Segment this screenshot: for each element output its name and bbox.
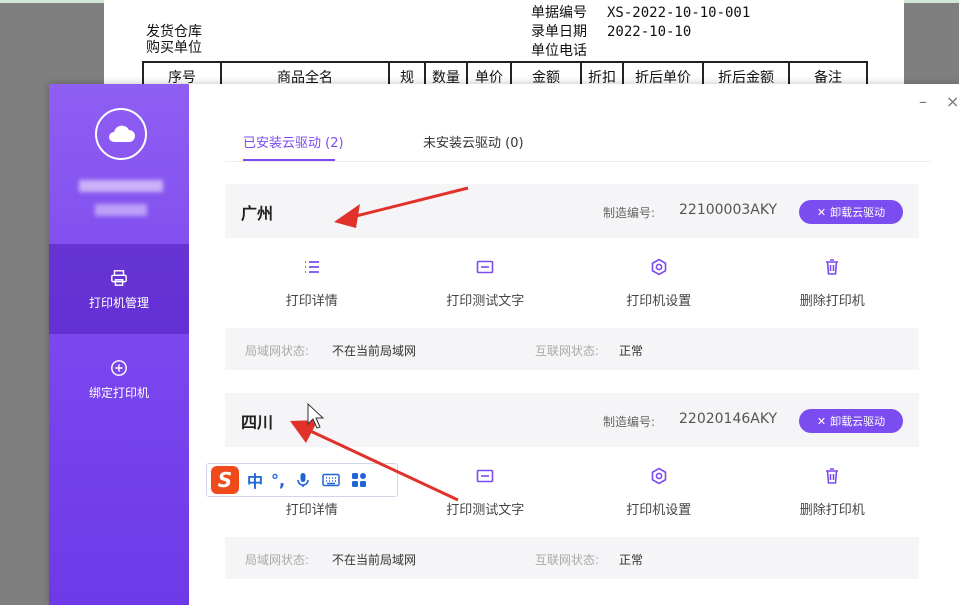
date-label: 录单日期	[531, 24, 587, 40]
lan-status-label: 局域网状态:	[245, 344, 310, 358]
uninstall-label: 卸载云驱动	[830, 206, 886, 219]
serial-label: 制造编号:	[603, 206, 656, 220]
printer-settings-button[interactable]: 打印机设置	[572, 238, 746, 328]
print-test-text-button[interactable]: 打印测试文字	[399, 447, 573, 537]
doc-no-value: XS-2022-10-10-001	[607, 5, 751, 21]
internet-status-label: 互联网状态:	[535, 553, 600, 567]
doc-left-labels: 发货仓库 购买单位	[146, 24, 202, 56]
printer-name: 广州	[241, 204, 274, 223]
trash-icon	[826, 258, 839, 275]
printer-actions: 打印详情 打印测试文字 打印机设置 删除打印机	[225, 238, 919, 328]
printer-settings-button[interactable]: 打印机设置	[572, 447, 746, 537]
cloud-logo-icon	[95, 108, 147, 160]
doc-no-label: 单据编号	[531, 5, 587, 21]
close-icon: ✕	[816, 414, 827, 428]
printer-card-header: 四川 制造编号: 22020146AKY ✕ 卸载云驱动	[225, 393, 919, 447]
uninstall-label: 卸载云驱动	[830, 415, 886, 428]
tab-not-installed[interactable]: 未安装云驱动 (0)	[423, 132, 524, 151]
serial-label: 制造编号:	[603, 415, 656, 429]
action-label: 删除打印机	[799, 502, 865, 518]
gear-icon	[651, 258, 667, 275]
close-icon: ✕	[816, 205, 827, 219]
trash-icon	[826, 467, 839, 484]
warehouse-label: 发货仓库	[146, 24, 202, 40]
print-test-text-button[interactable]: 打印测试文字	[399, 238, 573, 328]
lan-status-value: 不在当前局域网	[332, 553, 417, 567]
action-label: 打印测试文字	[446, 502, 525, 518]
cloud-printer-dialog: 打印机管理 绑定打印机 – × 已安装云驱动 (2) 未安装云驱动 (0) 广州…	[49, 84, 959, 605]
delete-printer-button[interactable]: 删除打印机	[746, 238, 920, 328]
action-label: 打印机设置	[626, 293, 692, 309]
date-value: 2022-10-10	[607, 24, 692, 40]
action-label: 打印详情	[285, 293, 338, 309]
toolbox-grid-icon[interactable]	[349, 470, 369, 490]
lan-status-label: 局域网状态:	[245, 553, 310, 567]
ime-punctuation-toggle[interactable]: °,	[271, 471, 285, 490]
internet-status-value: 正常	[619, 553, 644, 567]
buyer-label: 购买单位	[146, 40, 202, 56]
internet-status-label: 互联网状态:	[535, 344, 600, 358]
printer-status-row: 局域网状态: 不在当前局域网 互联网状态: 正常	[225, 328, 919, 370]
ime-mode-toggle[interactable]: 中	[247, 468, 263, 492]
printer-name: 四川	[241, 413, 274, 432]
action-label: 删除打印机	[799, 293, 865, 309]
lan-status-value: 不在当前局域网	[332, 344, 417, 358]
close-button[interactable]: ×	[946, 92, 959, 111]
action-label: 打印测试文字	[446, 293, 525, 309]
driver-tabs: 已安装云驱动 (2) 未安装云驱动 (0)	[225, 124, 931, 162]
test-print-icon	[476, 260, 494, 273]
list-icon	[304, 260, 319, 273]
uninstall-driver-button[interactable]: ✕ 卸载云驱动	[799, 200, 903, 224]
doc-right-info: 单据编号 XS-2022-10-10-001 录单日期 2022-10-10 单位电…	[531, 4, 750, 61]
tab-installed[interactable]: 已安装云驱动 (2)	[243, 132, 344, 151]
ime-logo-icon[interactable]: S	[211, 466, 239, 494]
serial-number: 22020146AKY	[679, 411, 778, 427]
printer-card-header: 广州 制造编号: 22100003AKY ✕ 卸载云驱动	[225, 184, 919, 238]
microphone-icon[interactable]	[293, 470, 313, 490]
active-tab-indicator	[243, 159, 335, 161]
internet-status-value: 正常	[619, 344, 644, 358]
printer-status-row: 局域网状态: 不在当前局域网 互联网状态: 正常	[225, 537, 919, 579]
uninstall-driver-button[interactable]: ✕ 卸载云驱动	[799, 409, 903, 433]
delete-printer-button[interactable]: 删除打印机	[746, 447, 920, 537]
sidebar-item-label: 绑定打印机	[88, 385, 149, 400]
blurred-account-name	[79, 180, 163, 192]
serial-number: 22100003AKY	[679, 202, 778, 218]
print-details-button[interactable]: 打印详情	[225, 238, 399, 328]
action-label: 打印详情	[285, 502, 338, 518]
ime-toolbar[interactable]: S 中 °,	[206, 463, 398, 497]
sidebar-item-label: 打印机管理	[88, 295, 149, 310]
sidebar-item-bind-printer[interactable]: 绑定打印机	[49, 334, 189, 424]
gear-icon	[651, 467, 667, 484]
blurred-account-id	[95, 204, 147, 216]
printer-card: 广州 制造编号: 22100003AKY ✕ 卸载云驱动 打印详情 打印测试文字…	[225, 184, 919, 370]
keyboard-icon[interactable]	[321, 470, 341, 490]
minimize-button[interactable]: –	[919, 92, 927, 111]
sidebar: 打印机管理 绑定打印机	[49, 84, 189, 605]
test-print-icon	[476, 469, 494, 482]
printer-icon	[109, 268, 129, 288]
sidebar-item-printer-management[interactable]: 打印机管理	[49, 244, 189, 334]
plus-circle-icon	[109, 358, 129, 378]
phone-label: 单位电话	[531, 43, 587, 59]
action-label: 打印机设置	[626, 502, 692, 518]
